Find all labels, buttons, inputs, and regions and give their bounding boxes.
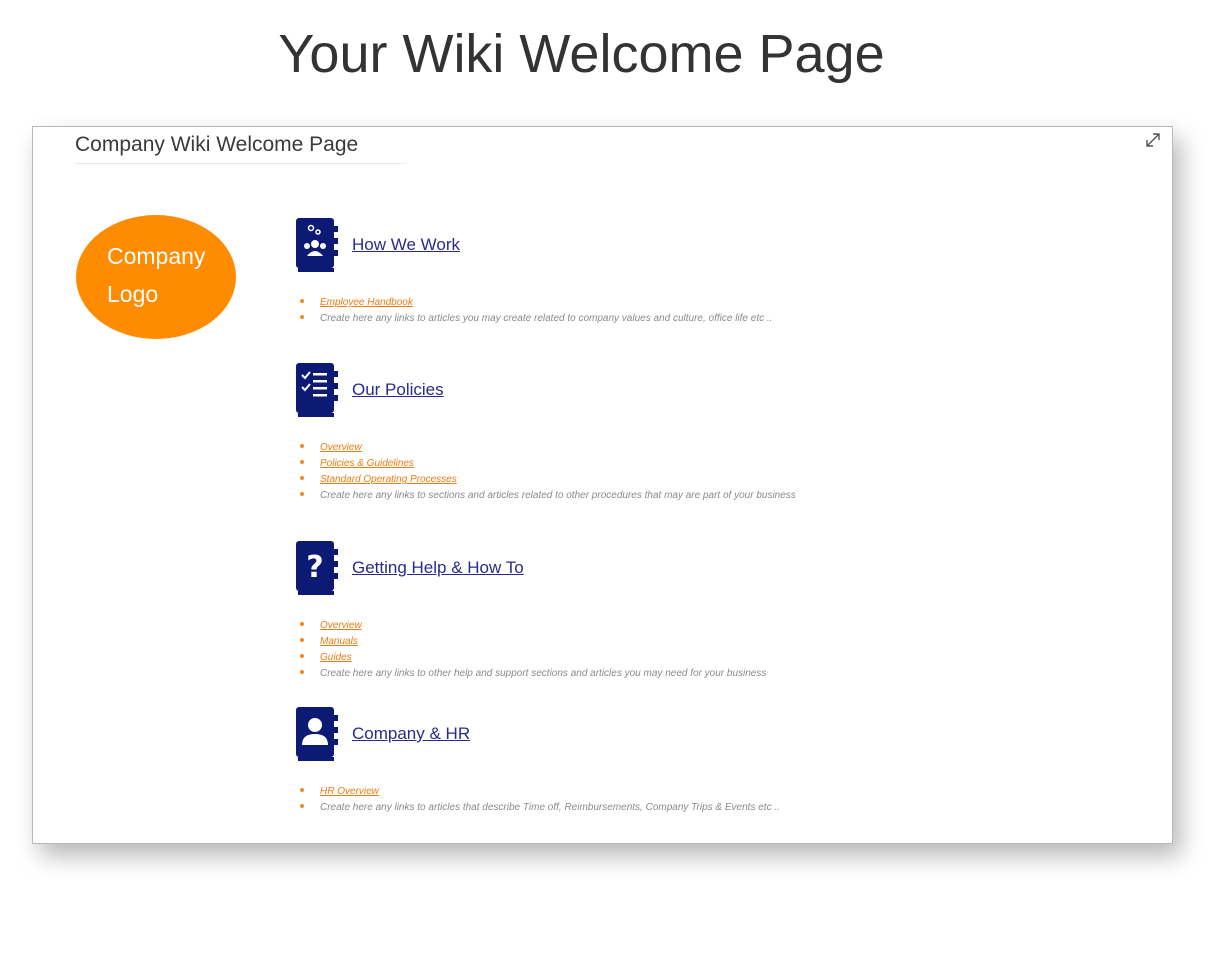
- section-note: Create here any links to articles you ma…: [320, 313, 773, 324]
- bullet-dot: [300, 638, 304, 643]
- list-item: Overview: [300, 618, 766, 634]
- list-item: Create here any links to articles that d…: [300, 800, 780, 816]
- section-title-getting-help[interactable]: Getting Help & How To: [352, 558, 524, 578]
- bullet-list: Employee Handbook Create here any links …: [300, 295, 772, 327]
- list-item: Create here any links to other help and …: [300, 666, 766, 682]
- section-company-hr: Company & HR HR Overview Create here any…: [294, 704, 780, 816]
- link-hr-overview[interactable]: HR Overview: [320, 786, 379, 797]
- list-item: Policies & Guidelines: [300, 456, 796, 472]
- link-policies-guidelines[interactable]: Policies & Guidelines: [320, 458, 414, 469]
- link-overview[interactable]: Overview: [320, 442, 362, 453]
- bullet-list: HR Overview Create here any links to art…: [300, 784, 780, 816]
- contact-book-icon: [296, 707, 338, 761]
- bullet-list: Overview Policies & Guidelines Standard …: [300, 440, 796, 504]
- list-item: Guides: [300, 650, 766, 666]
- bullet-dot: [300, 622, 304, 627]
- section-note: Create here any links to sections and ar…: [320, 490, 796, 501]
- team-book-icon: [296, 218, 338, 272]
- bullet-dot: [300, 788, 304, 793]
- section-getting-help: ? Getting Help & How To Overview Manuals…: [294, 538, 766, 682]
- section-note: Create here any links to articles that d…: [320, 802, 780, 813]
- question-book-icon: ?: [296, 541, 338, 595]
- list-item: Overview: [300, 440, 796, 456]
- list-item: HR Overview: [300, 784, 780, 800]
- list-item: Standard Operating Processes: [300, 472, 796, 488]
- bullet-dot: [300, 476, 304, 481]
- doc-title: Company Wiki Welcome Page: [75, 133, 407, 164]
- wiki-page-frame: Company Wiki Welcome Page Company Logo H: [32, 126, 1173, 844]
- bullet-dot: [300, 460, 304, 465]
- section-how-we-work: How We Work Employee Handbook Create her…: [294, 215, 772, 327]
- checklist-book-icon: [296, 363, 338, 417]
- section-title-company-hr[interactable]: Company & HR: [352, 724, 470, 744]
- bullet-dot: [300, 804, 304, 809]
- svg-text:?: ?: [306, 550, 323, 585]
- section-note: Create here any links to other help and …: [320, 668, 767, 679]
- link-manuals[interactable]: Manuals: [320, 636, 358, 647]
- link-guides[interactable]: Guides: [320, 652, 352, 663]
- link-employee-handbook[interactable]: Employee Handbook: [320, 297, 413, 308]
- list-item: Manuals: [300, 634, 766, 650]
- bullet-dot: [300, 492, 304, 497]
- company-logo: Company Logo: [76, 215, 236, 339]
- list-item: Employee Handbook: [300, 295, 772, 311]
- section-title-our-policies[interactable]: Our Policies: [352, 380, 444, 400]
- bullet-dot: [300, 299, 304, 304]
- page-heading: Your Wiki Welcome Page: [278, 24, 885, 84]
- bullet-dot: [300, 315, 304, 320]
- bullet-dot: [300, 654, 304, 659]
- section-title-how-we-work[interactable]: How We Work: [352, 235, 460, 255]
- link-overview[interactable]: Overview: [320, 620, 362, 631]
- bullet-dot: [300, 670, 304, 675]
- bullet-dot: [300, 444, 304, 449]
- logo-line-1: Company: [107, 243, 206, 269]
- expand-icon[interactable]: [1144, 131, 1162, 149]
- logo-line-2: Logo: [107, 281, 159, 307]
- bullet-list: Overview Manuals Guides Create here any …: [300, 618, 766, 682]
- link-standard-operating-processes[interactable]: Standard Operating Processes: [320, 474, 457, 485]
- list-item: Create here any links to sections and ar…: [300, 488, 796, 504]
- section-our-policies: Our Policies Overview Policies & Guideli…: [294, 360, 796, 504]
- list-item: Create here any links to articles you ma…: [300, 311, 772, 327]
